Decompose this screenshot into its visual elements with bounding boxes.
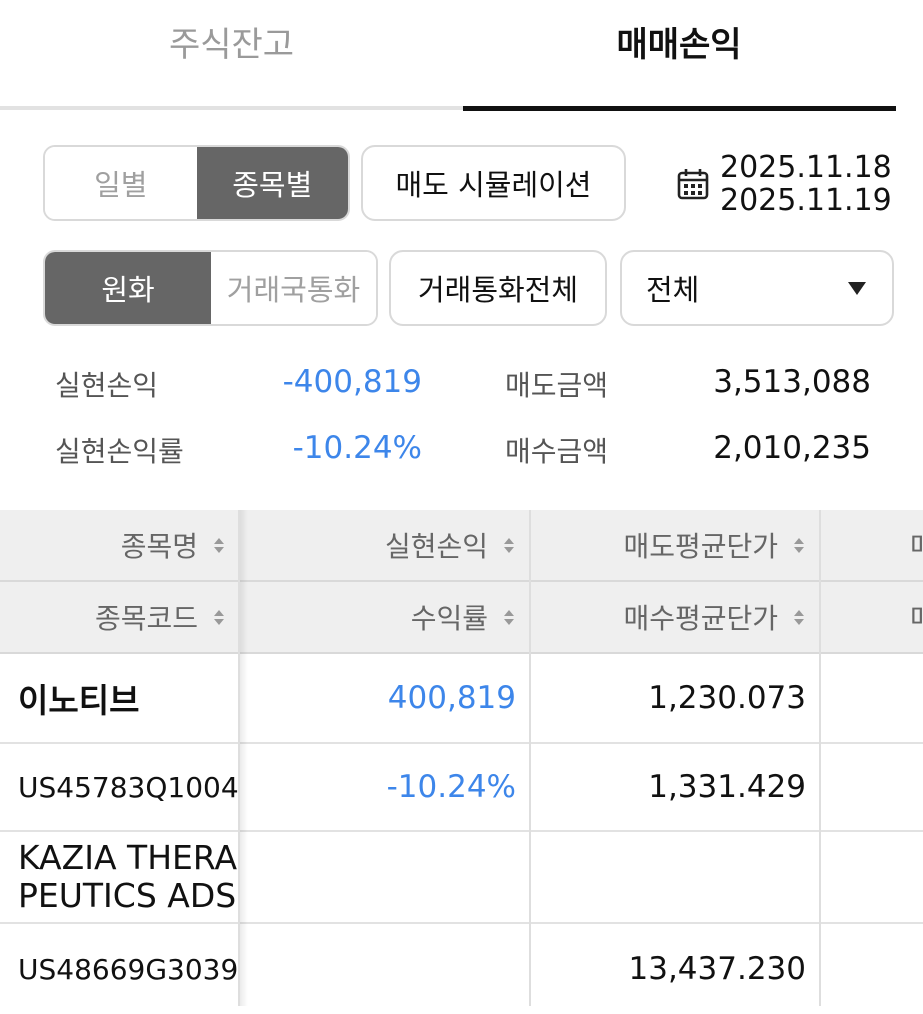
filter-selected: 전체 (646, 273, 700, 307)
tab-pnl[interactable]: 매매손익 (463, 0, 895, 112)
header-realized-pnl[interactable]: 실현손익 (240, 510, 530, 580)
realized-pnl-label: 실현손익 (55, 369, 159, 402)
table-row[interactable]: 이노티브 400,819 1,230.073 (0, 654, 923, 744)
frozen-column-shadow (240, 510, 248, 1006)
view-mode-toggle: 일별 종목별 (43, 145, 350, 221)
sell-avg-cell: 1,230.073 (648, 680, 806, 716)
header-sell-avg[interactable]: 매도평균단가 (530, 510, 820, 580)
triangle-down-icon (848, 281, 866, 295)
table-row[interactable]: US48669G3039 13,437.230 (0, 924, 923, 1014)
header-buy-avg[interactable]: 매수평균단가 (530, 582, 820, 652)
sort-icon (794, 537, 804, 553)
currency-krw[interactable]: 원화 (45, 252, 211, 324)
top-tabs: 주식잔고 매매손익 (0, 0, 923, 112)
date-end: 2025.11.19 (720, 183, 892, 218)
view-mode-daily[interactable]: 일별 (45, 147, 197, 219)
tab-holdings[interactable]: 주식잔고 (0, 0, 463, 112)
view-mode-by-stock[interactable]: 종목별 (196, 147, 348, 219)
sell-avg-cell (530, 832, 806, 922)
date-range-picker[interactable]: 2025.11.18 2025.11.19 (676, 146, 916, 222)
table-row[interactable]: KAZIA THERA PEUTICS ADS (0, 832, 923, 924)
buy-avg-cell: 13,437.230 (628, 951, 807, 987)
realized-rate-value: -10.24% (292, 430, 422, 466)
buy-amount-value: 2,010,235 (713, 430, 871, 466)
realized-pnl-value: -400,819 (282, 364, 422, 400)
stock-code: US48669G3039 (18, 952, 239, 986)
currency-local[interactable]: 거래국통화 (211, 252, 376, 324)
buy-avg-cell: 1,331.429 (648, 769, 806, 805)
table-header-row: 종목코드 수익률 매수평균단가 매 (0, 582, 923, 654)
return-rate-cell (240, 924, 516, 1014)
header-stock-name[interactable]: 종목명 (0, 510, 240, 580)
table-header-row: 종목명 실현손익 매도평균단가 매 (0, 510, 923, 582)
column-divider (529, 510, 531, 1006)
sort-icon (794, 609, 804, 625)
all-currency-button[interactable]: 거래통화전체 (389, 250, 607, 326)
realized-rate-label: 실현손익률 (55, 435, 184, 468)
tab-divider (0, 106, 463, 110)
sell-simulation-button[interactable]: 매도 시뮬레이션 (361, 145, 626, 221)
stock-code: US45783Q1004 (18, 770, 239, 804)
pnl-table: 종목명 실현손익 매도평균단가 매 종목코드 수익률 매수평균단가 매 이노티브… (0, 510, 923, 1006)
buy-amount-label: 매수금액 (505, 435, 609, 468)
sell-amount-label: 매도금액 (505, 369, 609, 402)
header-stock-code[interactable]: 종목코드 (0, 582, 240, 652)
calendar-icon (677, 169, 709, 200)
tab-active-indicator (463, 106, 896, 111)
sell-amount-value: 3,513,088 (713, 364, 871, 400)
realized-pnl-cell: 400,819 (387, 680, 516, 716)
stock-name: 이노티브 (18, 681, 140, 720)
filter-dropdown[interactable]: 전체 (620, 250, 894, 326)
header-return-rate[interactable]: 수익률 (240, 582, 530, 652)
currency-toggle: 원화 거래국통화 (43, 250, 378, 326)
header-col4-partial[interactable]: 매 (820, 582, 923, 652)
date-start: 2025.11.18 (720, 150, 892, 185)
table-row[interactable]: US45783Q1004 -10.24% 1,331.429 (0, 744, 923, 832)
realized-pnl-cell (240, 832, 516, 922)
sort-icon (214, 609, 224, 625)
sort-icon (504, 609, 514, 625)
header-col4-partial[interactable]: 매 (820, 510, 923, 580)
return-rate-cell: -10.24% (386, 769, 516, 805)
sort-icon (214, 537, 224, 553)
sort-icon (504, 537, 514, 553)
stock-name: KAZIA THERA PEUTICS ADS (18, 838, 238, 915)
column-divider (819, 510, 821, 1006)
